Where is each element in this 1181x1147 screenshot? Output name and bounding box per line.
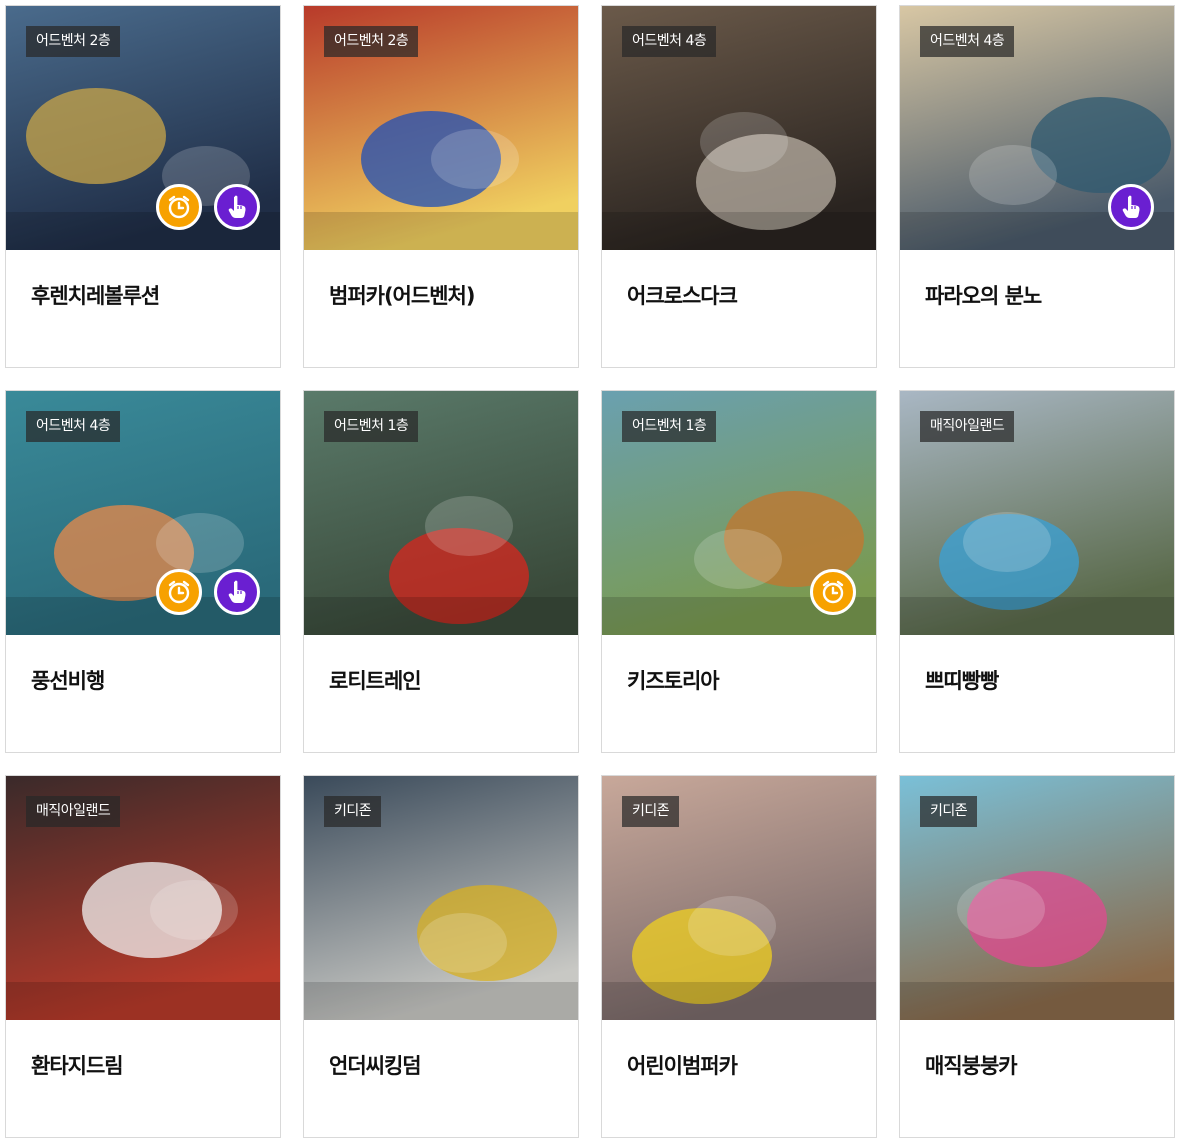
attraction-grid: 어드벤처 2층 후렌치레볼루션 어드벤처 2층 범퍼카(어드벤처) 어드벤처 4… <box>5 5 1175 1138</box>
location-badge: 어드벤처 4층 <box>622 26 717 57</box>
attraction-title[interactable]: 범퍼카(어드벤처) <box>329 280 475 310</box>
attraction-title[interactable]: 파라오의 분노 <box>925 280 1042 310</box>
hand-icon <box>214 569 260 615</box>
attraction-card[interactable]: 어드벤처 4층 풍선비행 <box>5 390 281 753</box>
attraction-card[interactable]: 어드벤처 1층 키즈토리아 <box>601 390 877 753</box>
location-badge: 어드벤처 2층 <box>26 26 121 57</box>
attraction-card[interactable]: 매직아일랜드 쁘띠빵빵 <box>899 390 1175 753</box>
status-icons <box>1108 184 1154 230</box>
attraction-card[interactable]: 매직아일랜드 환타지드림 <box>5 775 281 1138</box>
attraction-title[interactable]: 언더씨킹덤 <box>329 1050 422 1080</box>
location-badge: 매직아일랜드 <box>26 796 121 827</box>
status-icons <box>156 184 260 230</box>
attraction-title[interactable]: 어린이범퍼카 <box>627 1050 738 1080</box>
attraction-card[interactable]: 어드벤처 1층 로티트레인 <box>303 390 579 753</box>
attraction-title[interactable]: 풍선비행 <box>31 665 105 695</box>
hand-icon <box>214 184 260 230</box>
attraction-title[interactable]: 매직붕붕카 <box>925 1050 1018 1080</box>
clock-icon <box>810 569 856 615</box>
location-badge: 어드벤처 4층 <box>26 411 121 442</box>
attraction-card[interactable]: 어드벤처 4층 어크로스다크 <box>601 5 877 368</box>
attraction-title[interactable]: 키즈토리아 <box>627 665 720 695</box>
clock-icon <box>156 184 202 230</box>
location-badge: 키디존 <box>920 796 978 827</box>
attraction-title[interactable]: 환타지드림 <box>31 1050 124 1080</box>
attraction-card[interactable]: 어드벤처 2층 범퍼카(어드벤처) <box>303 5 579 368</box>
attraction-card[interactable]: 키디존 매직붕붕카 <box>899 775 1175 1138</box>
attraction-title[interactable]: 후렌치레볼루션 <box>31 280 160 310</box>
attraction-card[interactable]: 키디존 언더씨킹덤 <box>303 775 579 1138</box>
hand-icon <box>1108 184 1154 230</box>
status-icons <box>810 569 856 615</box>
location-badge: 어드벤처 1층 <box>622 411 717 442</box>
attraction-title[interactable]: 어크로스다크 <box>627 280 738 310</box>
attraction-card[interactable]: 어드벤처 2층 후렌치레볼루션 <box>5 5 281 368</box>
location-badge: 키디존 <box>324 796 382 827</box>
location-badge: 어드벤처 1층 <box>324 411 419 442</box>
attraction-title[interactable]: 쁘띠빵빵 <box>925 665 999 695</box>
attraction-title[interactable]: 로티트레인 <box>329 665 422 695</box>
status-icons <box>156 569 260 615</box>
location-badge: 어드벤처 4층 <box>920 26 1015 57</box>
location-badge: 매직아일랜드 <box>920 411 1015 442</box>
clock-icon <box>156 569 202 615</box>
location-badge: 키디존 <box>622 796 680 827</box>
location-badge: 어드벤처 2층 <box>324 26 419 57</box>
attraction-card[interactable]: 키디존 어린이범퍼카 <box>601 775 877 1138</box>
attraction-card[interactable]: 어드벤처 4층 파라오의 분노 <box>899 5 1175 368</box>
